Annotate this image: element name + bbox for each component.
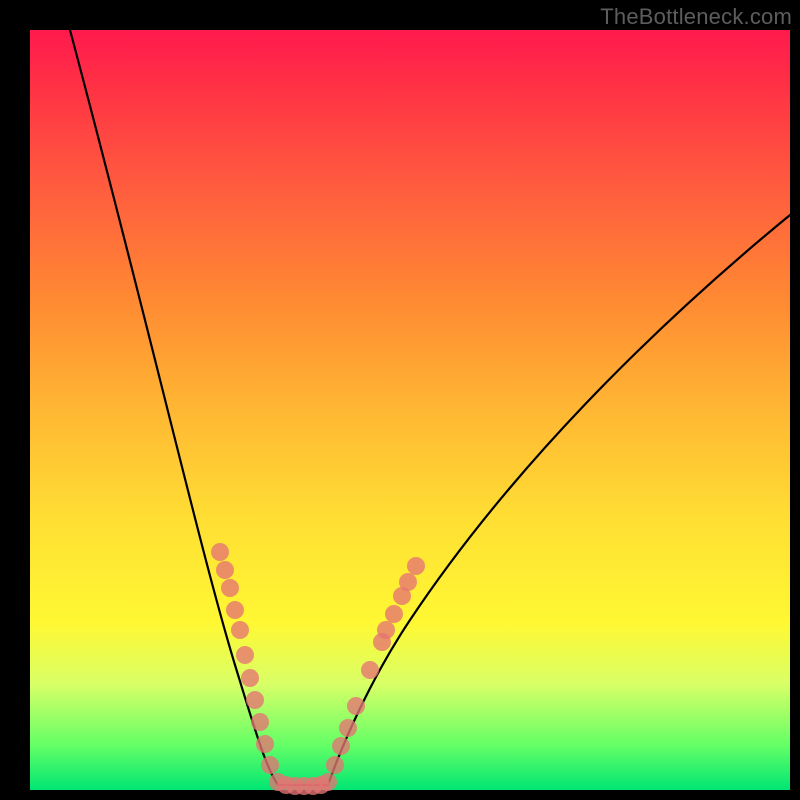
data-dot bbox=[236, 646, 254, 664]
data-dot bbox=[216, 561, 234, 579]
data-dot bbox=[231, 621, 249, 639]
curves-svg bbox=[30, 30, 790, 790]
plot-area bbox=[30, 30, 790, 790]
data-dot bbox=[251, 713, 269, 731]
right-curve bbox=[328, 215, 790, 785]
data-dot bbox=[377, 621, 395, 639]
data-dot bbox=[385, 605, 403, 623]
data-dot bbox=[211, 543, 229, 561]
data-dot bbox=[347, 697, 365, 715]
data-dot bbox=[326, 756, 344, 774]
data-dot bbox=[221, 579, 239, 597]
data-dot bbox=[339, 719, 357, 737]
data-dot bbox=[361, 661, 379, 679]
data-dot bbox=[407, 557, 425, 575]
data-dot bbox=[312, 776, 330, 794]
dot-cluster-left bbox=[211, 543, 287, 791]
data-dot bbox=[256, 735, 274, 753]
data-dot bbox=[226, 601, 244, 619]
data-dot bbox=[241, 669, 259, 687]
data-dot bbox=[399, 573, 417, 591]
chart-frame: TheBottleneck.com bbox=[0, 0, 800, 800]
watermark-text: TheBottleneck.com bbox=[600, 4, 792, 30]
dot-cluster-bottom bbox=[277, 776, 330, 795]
data-dot bbox=[332, 737, 350, 755]
data-dot bbox=[246, 691, 264, 709]
data-dot bbox=[261, 756, 279, 774]
dot-cluster-right bbox=[319, 557, 425, 791]
